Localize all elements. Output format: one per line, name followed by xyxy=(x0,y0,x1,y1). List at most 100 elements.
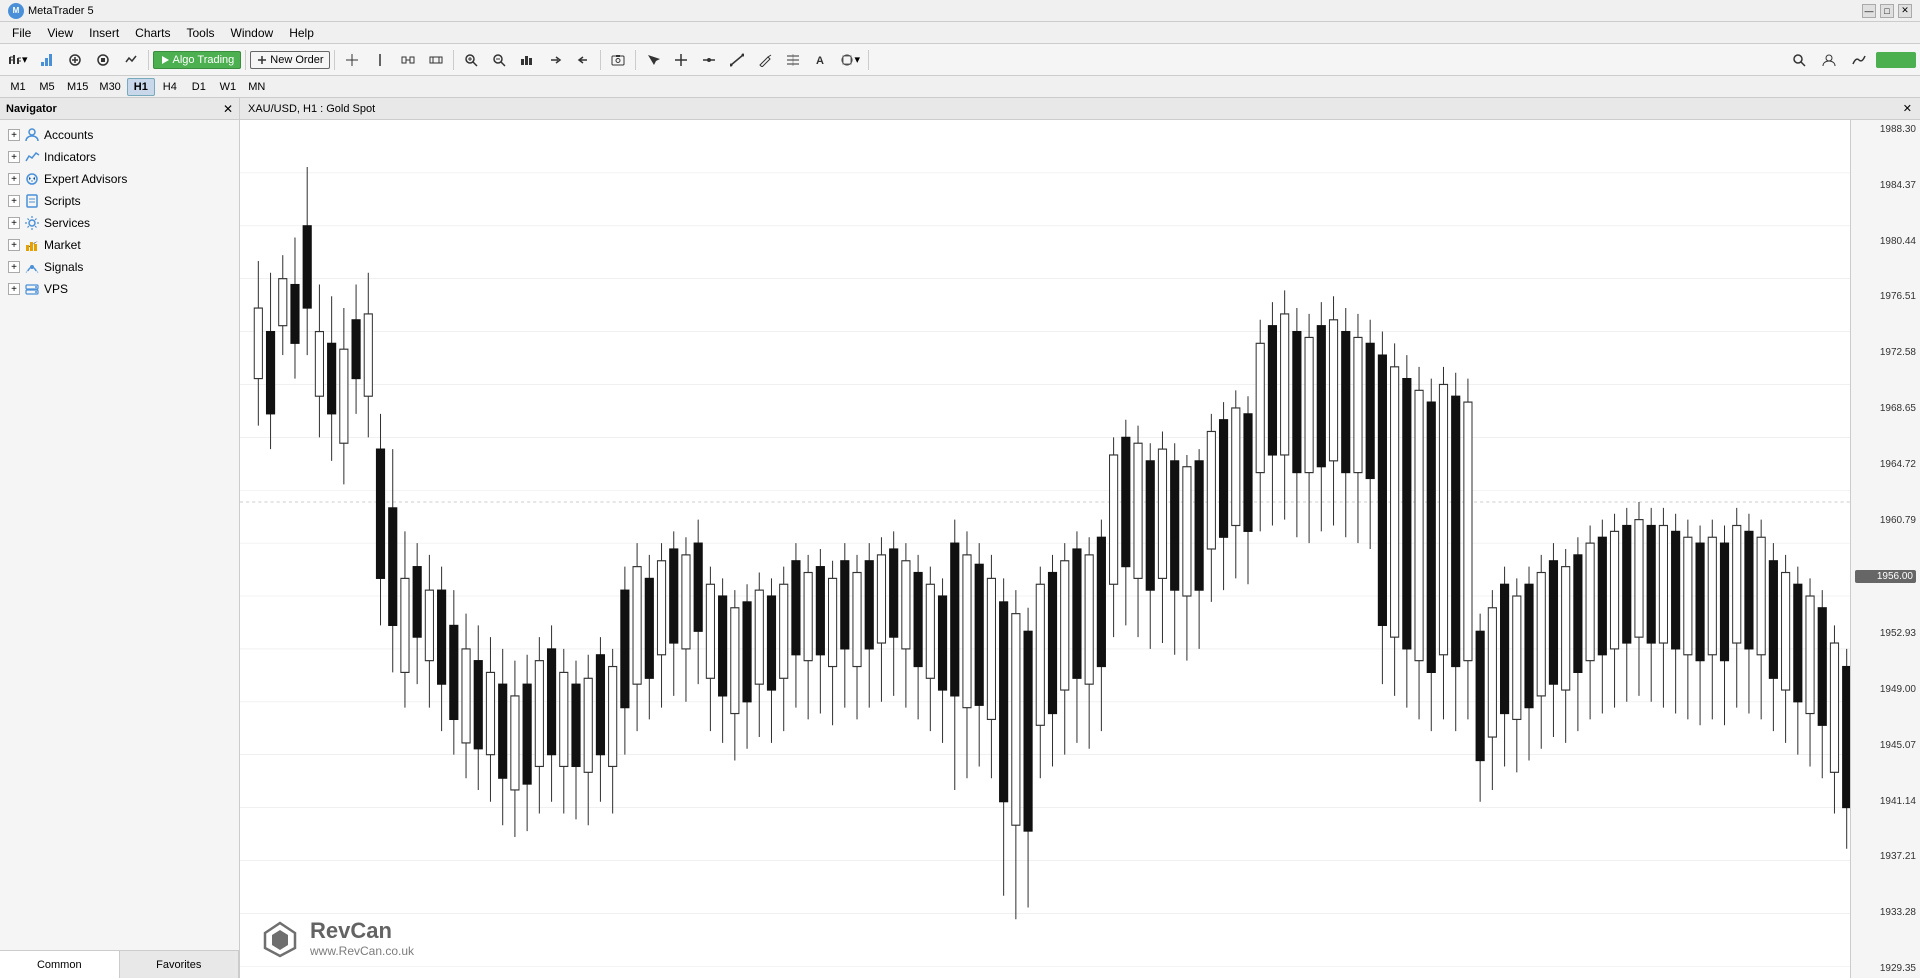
price-1960: 1960.79 xyxy=(1855,515,1916,526)
nav-tab-common[interactable]: Common xyxy=(0,951,120,978)
screenshot-button[interactable] xyxy=(605,47,631,73)
navigator-tree: + Accounts + Indicators + Exp xyxy=(0,120,239,950)
nav-expand-indicators[interactable]: + xyxy=(8,151,20,163)
connection-indicator xyxy=(1876,52,1916,68)
nav-expand-ea[interactable]: + xyxy=(8,173,20,185)
menu-window[interactable]: Window xyxy=(223,24,282,42)
nav-expand-market[interactable]: + xyxy=(8,239,20,251)
title-bar-left: M MetaTrader 5 xyxy=(8,3,94,19)
crosshair-tool[interactable] xyxy=(339,47,365,73)
tf-m5[interactable]: M5 xyxy=(33,78,61,96)
nav-item-signals[interactable]: + Signals xyxy=(0,256,239,278)
price-axis: 1988.30 1984.37 1980.44 1976.51 1972.58 … xyxy=(1850,120,1920,978)
nav-expand-vps[interactable]: + xyxy=(8,283,20,295)
title-bar-controls[interactable]: — □ ✕ xyxy=(1862,4,1912,18)
nav-item-services[interactable]: + Services xyxy=(0,212,239,234)
signals-button[interactable] xyxy=(1846,47,1872,73)
vps-label: VPS xyxy=(44,282,68,296)
maximize-button[interactable]: □ xyxy=(1880,4,1894,18)
chart-tab: XAU/USD, H1 : Gold Spot ✕ xyxy=(240,98,1920,120)
toolbar-btn-3[interactable] xyxy=(62,47,88,73)
nav-item-indicators[interactable]: + Indicators xyxy=(0,146,239,168)
price-1929: 1929.35 xyxy=(1855,963,1916,974)
algo-trading-button[interactable]: Algo Trading xyxy=(153,51,242,69)
signals-label: Signals xyxy=(44,260,83,274)
toolbar-btn-5[interactable] xyxy=(118,47,144,73)
minimize-button[interactable]: — xyxy=(1862,4,1876,18)
tf-h1[interactable]: H1 xyxy=(127,78,155,96)
accounts-icon xyxy=(24,127,40,143)
price-1988: 1988.30 xyxy=(1855,124,1916,135)
cursor-position xyxy=(1003,540,1011,548)
chart-scroll-button[interactable] xyxy=(570,47,596,73)
nav-tab-favorites[interactable]: Favorites xyxy=(120,951,240,978)
account-button[interactable] xyxy=(1816,47,1842,73)
plus-tool[interactable] xyxy=(668,47,694,73)
tf-mn[interactable]: MN xyxy=(243,78,271,96)
vps-icon xyxy=(24,281,40,297)
price-1941: 1941.14 xyxy=(1855,796,1916,807)
fib-tool[interactable] xyxy=(780,47,806,73)
trend-line-tool[interactable] xyxy=(724,47,750,73)
current-price-label: 1956.00 xyxy=(1855,570,1916,583)
app-title: MetaTrader 5 xyxy=(28,5,94,17)
draw-tool[interactable] xyxy=(752,47,778,73)
tf-m1[interactable]: M1 xyxy=(4,78,32,96)
nav-item-vps[interactable]: + VPS xyxy=(0,278,239,300)
chart-type-dropdown[interactable]: ▾ xyxy=(4,47,32,73)
price-1949: 1949.00 xyxy=(1855,684,1916,695)
price-1933: 1933.28 xyxy=(1855,907,1916,918)
zoom-in-button[interactable] xyxy=(458,47,484,73)
navigator-panel: Navigator ✕ + Accounts + Indicators xyxy=(0,98,240,978)
nav-expand-accounts[interactable]: + xyxy=(8,129,20,141)
tf-h4[interactable]: H4 xyxy=(156,78,184,96)
toolbar-separator-5 xyxy=(600,50,601,70)
scripts-icon xyxy=(24,193,40,209)
toolbar-btn-4[interactable] xyxy=(90,47,116,73)
accounts-label: Accounts xyxy=(44,128,93,142)
select-tool[interactable] xyxy=(640,47,666,73)
chart-shift-button[interactable] xyxy=(395,47,421,73)
market-label: Market xyxy=(44,238,81,252)
menu-help[interactable]: Help xyxy=(281,24,322,42)
menu-bar: File View Insert Charts Tools Window Hel… xyxy=(0,22,1920,44)
nav-expand-services[interactable]: + xyxy=(8,217,20,229)
new-chart-button[interactable] xyxy=(34,47,60,73)
auto-scroll-button[interactable] xyxy=(542,47,568,73)
price-1980: 1980.44 xyxy=(1855,236,1916,247)
nav-expand-scripts[interactable]: + xyxy=(8,195,20,207)
navigator-tabs: Common Favorites xyxy=(0,950,239,978)
new-order-button[interactable]: New Order xyxy=(250,51,330,69)
chart-canvas[interactable]: 1988.30 1984.37 1980.44 1976.51 1972.58 … xyxy=(240,120,1920,978)
navigator-title: Navigator xyxy=(6,103,57,115)
nav-item-expert-advisors[interactable]: + Expert Advisors xyxy=(0,168,239,190)
tf-m30[interactable]: M30 xyxy=(94,78,125,96)
chart-tab-close[interactable]: ✕ xyxy=(1903,102,1912,115)
zoom-out-button[interactable] xyxy=(486,47,512,73)
nav-expand-signals[interactable]: + xyxy=(8,261,20,273)
tf-d1[interactable]: D1 xyxy=(185,78,213,96)
menu-file[interactable]: File xyxy=(4,24,39,42)
nav-item-scripts[interactable]: + Scripts xyxy=(0,190,239,212)
bar-chart-button[interactable] xyxy=(514,47,540,73)
shapes-tool[interactable]: ▾ xyxy=(836,47,864,73)
menu-insert[interactable]: Insert xyxy=(81,24,127,42)
nav-item-accounts[interactable]: + Accounts xyxy=(0,124,239,146)
close-button[interactable]: ✕ xyxy=(1898,4,1912,18)
text-tool[interactable]: A xyxy=(808,47,834,73)
services-label: Services xyxy=(44,216,90,230)
menu-view[interactable]: View xyxy=(39,24,81,42)
main-area: Navigator ✕ + Accounts + Indicators xyxy=(0,98,1920,978)
menu-tools[interactable]: Tools xyxy=(179,24,223,42)
search-button[interactable] xyxy=(1786,47,1812,73)
scripts-label: Scripts xyxy=(44,194,81,208)
horizontal-line-tool[interactable] xyxy=(696,47,722,73)
toolbar-separator-7 xyxy=(868,50,869,70)
vertical-line-tool[interactable] xyxy=(367,47,393,73)
menu-charts[interactable]: Charts xyxy=(127,24,178,42)
nav-item-market[interactable]: + Market xyxy=(0,234,239,256)
scale-fix-button[interactable] xyxy=(423,47,449,73)
tf-m15[interactable]: M15 xyxy=(62,78,93,96)
tf-w1[interactable]: W1 xyxy=(214,78,242,96)
navigator-close-button[interactable]: ✕ xyxy=(223,102,233,116)
